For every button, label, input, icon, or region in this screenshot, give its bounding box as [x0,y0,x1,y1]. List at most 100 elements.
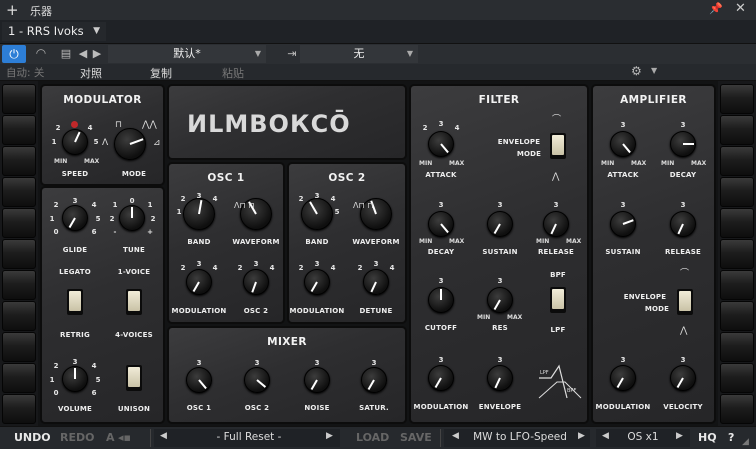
link-icon[interactable]: ◂▪ [118,431,131,444]
volume-knob[interactable] [62,366,88,392]
midi-learn-selector[interactable]: ◀ MW to LFO-Speed ▶ [444,429,590,447]
scale-num: 3 [438,356,444,364]
next-preset-button[interactable]: ▶ [91,45,103,63]
amp-modulation-knob[interactable] [610,365,636,391]
scale-num: 6 [91,389,97,397]
chevron-down-icon[interactable]: ▼ [651,66,657,75]
auto-button[interactable]: 自动: 关 [6,65,44,80]
redo-button[interactable]: REDO [60,431,94,444]
sustain-label: SUSTAIN [605,248,641,256]
next-preset-icon[interactable]: ▶ [326,431,333,441]
scale-num: 4 [389,264,395,272]
sidechain-icon[interactable]: ⇥ [286,45,298,63]
scale-num: 3 [438,201,444,209]
rail-slat [720,115,754,145]
scale-num: 6 [91,228,97,236]
preset-select[interactable]: 默认* ▼ [108,45,266,63]
osc2-detune-knob[interactable] [363,269,389,295]
filter-res-knob[interactable] [487,287,513,313]
min-label: MIN [601,160,615,167]
res-label: RES [492,324,508,332]
scale-num: 2 [180,264,186,272]
scale-num: 2 [55,124,61,132]
next-os-icon[interactable]: ▶ [676,431,683,441]
amp-envelope-mode-switch[interactable] [677,289,693,315]
osc2-title: OSC 2 [328,172,366,184]
help-icon[interactable]: ? [728,431,734,444]
bpf-label: BPF [550,271,566,279]
power-button[interactable]: ⏻ [2,45,26,63]
pin-icon[interactable]: 📌 [709,2,723,15]
gear-icon[interactable]: ⚙ [631,64,642,78]
mixer-osc2-knob[interactable] [244,367,270,393]
amp-attack-knob[interactable] [610,131,636,157]
amp-decay-knob[interactable] [670,131,696,157]
tune-knob[interactable] [119,205,145,231]
amp-velocity-knob[interactable] [670,365,696,391]
rail-slat [2,115,36,145]
filter-sustain-knob[interactable] [487,211,513,237]
preset-browser-icon[interactable]: ▤ [58,45,74,63]
next-midi-icon[interactable]: ▶ [578,431,585,441]
separator [150,429,151,447]
filter-type-switch[interactable] [550,287,566,313]
amp-release-knob[interactable] [670,211,696,237]
prev-os-icon[interactable]: ◀ [602,431,609,441]
instrument-select[interactable]: 1 - RRS Ivoks ▼ [2,22,106,41]
mixer-noise-knob[interactable] [304,367,330,393]
filter-envelope-mode-switch[interactable] [550,133,566,159]
scale-num: 2 [150,215,156,223]
scale-num: 5 [93,138,99,146]
compare-button[interactable]: 对照 [80,65,102,81]
scale-num: 3 [620,121,626,129]
scale-num: 3 [196,192,202,200]
save-button[interactable]: SAVE [400,431,432,444]
add-icon[interactable]: + [6,1,19,19]
legato-retrig-switch[interactable] [67,289,83,315]
unison-switch[interactable] [126,365,142,391]
scale-num: 1 [49,376,55,384]
activity-icon[interactable]: ◠ [30,46,52,62]
routing-select[interactable]: 无 ▼ [300,45,418,63]
square-wave-icon: ⊓ [115,120,123,130]
mixer-satur-knob[interactable] [361,367,387,393]
scale-num: 1 [49,215,55,223]
filter-decay-knob[interactable] [428,211,454,237]
filter-title: FILTER [478,94,520,106]
filter-attack-knob[interactable] [428,131,454,157]
undo-button[interactable]: UNDO [14,431,51,444]
hq-button[interactable]: HQ [698,431,717,444]
a-button[interactable]: A [106,431,115,444]
scale-num: 4 [212,195,218,203]
preset-selector[interactable]: ◀ - Full Reset - ▶ [154,429,340,447]
filter-modulation-knob[interactable] [428,365,454,391]
close-icon[interactable]: ✕ [735,1,746,16]
voice-count-switch[interactable] [126,289,142,315]
prev-midi-icon[interactable]: ◀ [452,431,459,441]
modulator-speed-knob[interactable] [62,129,88,155]
min-label: MIN [419,160,433,167]
osc1-osc2-knob[interactable] [243,269,269,295]
mixer-osc1-knob[interactable] [186,367,212,393]
osc2-modulation-knob[interactable] [304,269,330,295]
oversampling-selector[interactable]: ◀ OS x1 ▶ [596,429,690,447]
glide-knob[interactable] [62,205,88,231]
scale-num: 3 [438,277,444,285]
scale-num: 3 [497,356,503,364]
mixer-title: MIXER [267,336,307,348]
prev-preset-icon[interactable]: ◀ [160,431,167,441]
paste-button[interactable]: 粘贴 [222,65,244,81]
prev-preset-button[interactable]: ◀ [77,45,89,63]
osc1-modulation-knob[interactable] [186,269,212,295]
filter-response-graphic: LPF BPF [537,362,583,402]
modulator-mode-knob[interactable] [114,128,146,160]
amp-sustain-knob[interactable] [610,211,636,237]
filter-release-knob[interactable] [543,211,569,237]
logo-text: ИLMВОКСŌ [187,108,351,138]
resize-grip-icon[interactable]: ◢ [742,437,754,447]
min-label: MIN [661,160,675,167]
filter-cutoff-knob[interactable] [428,287,454,313]
filter-envelope-knob[interactable] [487,365,513,391]
copy-button[interactable]: 复制 [150,65,172,81]
load-button[interactable]: LOAD [356,431,389,444]
